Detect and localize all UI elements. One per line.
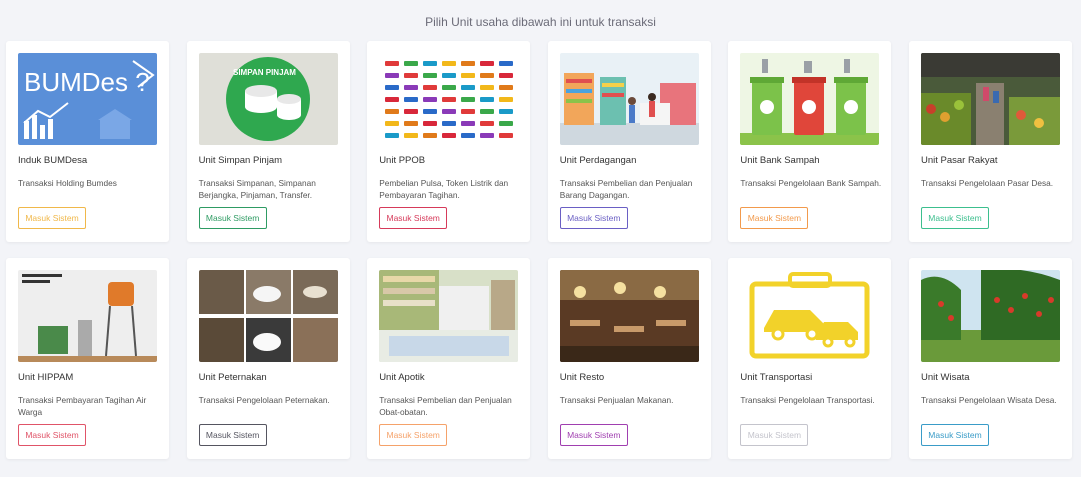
unit-image [559,53,699,145]
unit-title: Unit Bank Sampah [740,155,820,166]
unit-image: SIMPAN PINJAM [198,53,338,145]
unit-image [740,270,880,362]
masuk-sistem-button[interactable]: Masuk Sistem [920,207,989,229]
unit-description: Transaksi Pengelolaan Peternakan. [198,395,330,405]
unit-card: Unit Resto Transaksi Penjualan Makanan. … [547,258,711,459]
unit-title: Unit Peternakan [198,372,267,383]
unit-description: Transaksi Penjualan Makanan. [559,395,674,405]
unit-card: BUMDes ? Induk BUMDesa Transaksi Holding… [6,41,169,242]
masuk-sistem-button[interactable]: Masuk Sistem [740,424,809,446]
unit-description: Transaksi Pembelian dan Penjualan Barang… [559,178,693,200]
unit-card: SIMPAN PINJAM Unit Simpan Pinjam Transak… [186,41,350,242]
unit-card: Unit Pasar Rakyat Transaksi Pengelolaan … [908,41,1072,242]
unit-card: Unit HIPPAM Transaksi Pembayaran Tagihan… [6,258,169,459]
unit-image [198,270,338,362]
unit-description: Transaksi Pengelolaan Transportasi. [740,395,875,405]
unit-description: Transaksi Holding Bumdes [18,178,117,188]
unit-title: Unit HIPPAM [18,372,74,383]
unit-title: Unit Resto [559,372,605,383]
unit-card: Unit Wisata Transaksi Pengelolaan Wisata… [908,258,1072,459]
masuk-sistem-button[interactable]: Masuk Sistem [198,424,267,446]
unit-title: Unit Transportasi [740,372,813,383]
unit-image [379,270,519,362]
unit-description: Transaksi Pengelolaan Wisata Desa. [920,395,1057,405]
masuk-sistem-button[interactable]: Masuk Sistem [920,424,989,446]
svg-text:BUMDes ?: BUMDes ? [24,67,150,97]
unit-image [920,270,1060,362]
unit-image: BUMDes ? [18,53,157,145]
unit-description: Transaksi Pengelolaan Pasar Desa. [920,178,1054,188]
masuk-sistem-button[interactable]: Masuk Sistem [198,207,267,229]
unit-title: Unit PPOB [379,155,426,166]
unit-title: Unit Pasar Rakyat [920,155,998,166]
masuk-sistem-button[interactable]: Masuk Sistem [740,207,809,229]
unit-card: Unit PPOB Pembelian Pulsa, Token Listrik… [367,41,531,242]
page-heading: Pilih Unit usaha dibawah ini untuk trans… [425,15,656,29]
masuk-sistem-button[interactable]: Masuk Sistem [18,424,86,446]
unit-image [740,53,880,145]
unit-image [18,270,157,362]
unit-description: Transaksi Pembelian dan Penjualan Obat-o… [379,395,512,417]
unit-title: Unit Wisata [920,372,970,383]
unit-title: Induk BUMDesa [18,155,88,166]
unit-description: Pembelian Pulsa, Token Listrik dan Pemba… [379,178,509,200]
unit-description: Transaksi Pengelolaan Bank Sampah. [740,178,882,188]
unit-description: Transaksi Simpanan, Simpanan Berjangka, … [198,178,316,200]
svg-text:SIMPAN PINJAM: SIMPAN PINJAM [233,68,296,77]
unit-title: Unit Apotik [379,372,425,383]
unit-image [559,270,699,362]
masuk-sistem-button[interactable]: Masuk Sistem [379,207,448,229]
unit-card: Unit Perdagangan Transaksi Pembelian dan… [547,41,711,242]
unit-title: Unit Perdagangan [559,155,637,166]
unit-grid: BUMDes ? Induk BUMDesa Transaksi Holding… [6,41,1072,459]
unit-card: Unit Transportasi Transaksi Pengelolaan … [728,258,892,459]
unit-title: Unit Simpan Pinjam [198,155,283,166]
unit-card: Unit Peternakan Transaksi Pengelolaan Pe… [186,258,350,459]
masuk-sistem-button[interactable]: Masuk Sistem [559,424,628,446]
unit-image [920,53,1060,145]
unit-image [379,53,519,145]
masuk-sistem-button[interactable]: Masuk Sistem [379,424,448,446]
masuk-sistem-button[interactable]: Masuk Sistem [18,207,86,229]
unit-description: Transaksi Pembayaran Tagihan Air Warga [18,395,147,417]
masuk-sistem-button[interactable]: Masuk Sistem [559,207,628,229]
unit-card: Unit Apotik Transaksi Pembelian dan Penj… [367,258,531,459]
unit-card: Unit Bank Sampah Transaksi Pengelolaan B… [728,41,892,242]
